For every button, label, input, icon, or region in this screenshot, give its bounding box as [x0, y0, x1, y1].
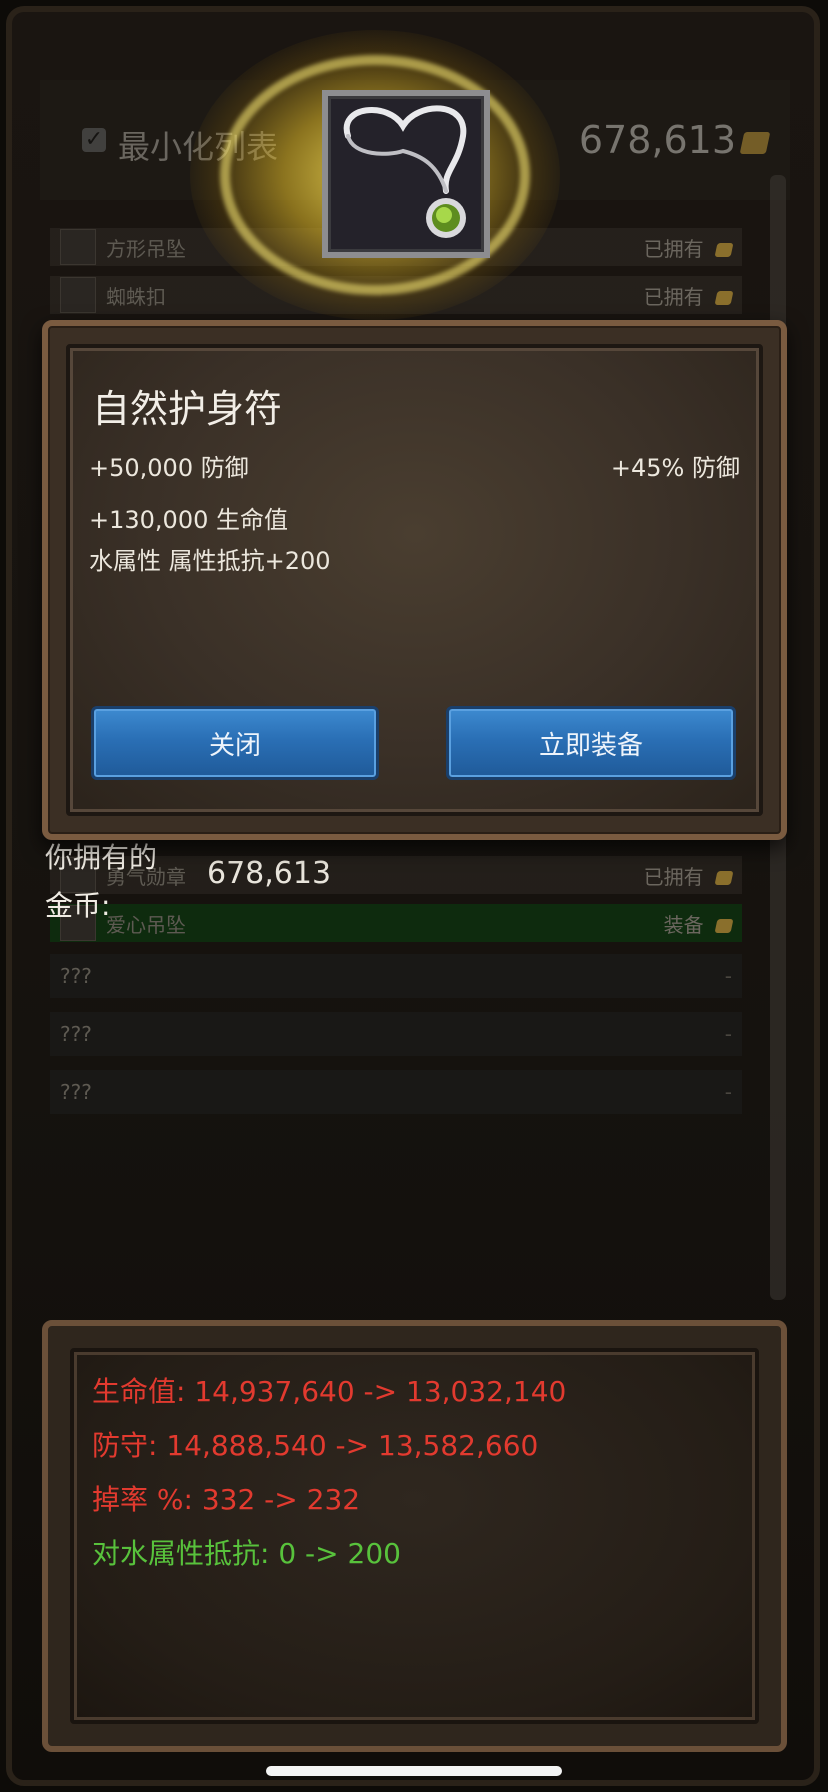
list-item-name: ??? — [60, 1022, 92, 1046]
list-item-status: - — [724, 964, 732, 988]
list-item-locked[interactable]: ??? - — [50, 1070, 742, 1114]
your-gold-value: 678,613 — [207, 856, 332, 891]
equip-now-button[interactable]: 立即装备 — [446, 706, 736, 780]
close-button[interactable]: 关闭 — [91, 706, 379, 780]
header-gold: 678,613 — [578, 118, 771, 162]
pendant-icon-svg — [343, 105, 467, 238]
gold-coin-icon — [714, 871, 734, 885]
compare-defense: 防守: 14,888,540 -> 13,582,660 — [92, 1429, 539, 1462]
list-item-locked[interactable]: ??? - — [50, 1012, 742, 1056]
gold-coin-icon — [714, 291, 734, 305]
stat-defense: +50,000 防御 — [89, 454, 249, 482]
list-item-status: 装备 — [664, 909, 734, 938]
stat-hp: +130,000 生命值 — [89, 506, 288, 534]
header-gold-value: 678,613 — [578, 118, 736, 162]
gold-coin-icon — [714, 243, 734, 257]
item-thumb-icon — [60, 277, 96, 313]
list-item-name: 方形吊坠 — [106, 236, 186, 261]
item-name: 自然护身符 — [92, 387, 283, 431]
home-indicator[interactable] — [266, 1766, 562, 1776]
stat-defense-percent: +45% 防御 — [610, 454, 740, 482]
list-item-status: 已拥有 — [644, 861, 734, 890]
list-item-status: - — [724, 1022, 732, 1046]
your-gold-label-line2: 金币: — [45, 889, 111, 922]
list-item-name: ??? — [60, 964, 92, 988]
your-gold-label-line1: 你拥有的 — [45, 841, 158, 874]
stat-water-resist: 水属性 属性抵抗+200 — [89, 547, 331, 575]
gold-coin-icon — [739, 131, 771, 154]
compare-water-resist: 对水属性抵抗: 0 -> 200 — [92, 1537, 401, 1570]
list-item-name: ??? — [60, 1080, 92, 1104]
compare-hp: 生命值: 14,937,640 -> 13,032,140 — [92, 1375, 567, 1408]
list-item-locked[interactable]: ??? - — [50, 954, 742, 998]
list-item-status: 已拥有 — [644, 281, 734, 310]
pendant-icon — [322, 90, 490, 258]
compare-drop-rate: 掉率 %: 332 -> 232 — [92, 1483, 361, 1516]
your-gold-label: 你拥有的 金币: — [45, 834, 157, 930]
list-item-status: 已拥有 — [644, 233, 734, 262]
item-thumb-icon — [60, 229, 96, 265]
list-item-name: 蜘蛛扣 — [106, 284, 166, 309]
minimize-list-checkbox[interactable]: ✓ — [82, 128, 106, 152]
gold-coin-icon — [714, 919, 734, 933]
list-item-status: - — [724, 1080, 732, 1104]
